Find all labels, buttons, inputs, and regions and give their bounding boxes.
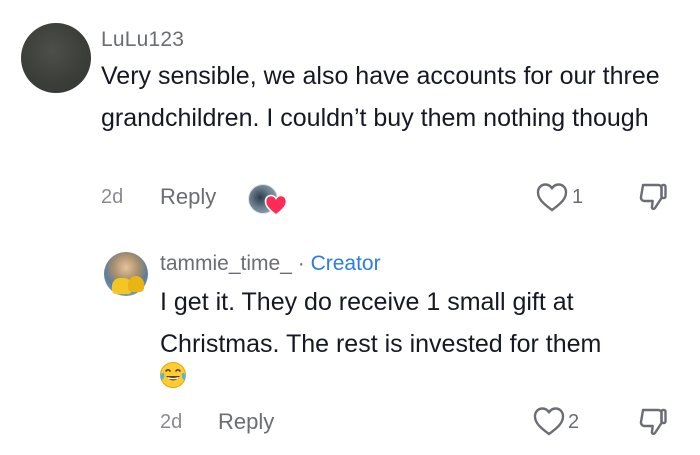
like-count: 1	[572, 186, 584, 208]
creator-avatar-detail	[128, 276, 144, 292]
red-heart-icon	[264, 194, 288, 216]
like-heart-icon[interactable]	[535, 181, 569, 213]
like-count: 2	[568, 411, 580, 433]
comment-text: Very sensible, we also have accounts for…	[101, 62, 660, 132]
reply-button[interactable]: Reply	[160, 184, 216, 210]
tears-of-joy-emoji-icon	[160, 362, 186, 388]
separator-dot: ·	[297, 252, 305, 275]
reply-button[interactable]: Reply	[218, 409, 274, 435]
commenter-username[interactable]: LuLu123	[101, 28, 184, 52]
commenter-avatar[interactable]	[21, 23, 91, 93]
thumbs-down-icon[interactable]	[636, 180, 670, 214]
thumbs-down-icon[interactable]	[636, 405, 670, 439]
creator-badge: Creator	[310, 252, 381, 275]
creator-username[interactable]: tammie_time_	[160, 252, 292, 275]
reply-text: I get it. They do receive 1 small gift a…	[160, 288, 602, 358]
reply-date: 2d	[160, 411, 183, 433]
like-heart-icon[interactable]	[532, 405, 566, 437]
comment-date: 2d	[101, 186, 124, 208]
creator-username-line: tammie_time_ · Creator	[160, 252, 381, 276]
